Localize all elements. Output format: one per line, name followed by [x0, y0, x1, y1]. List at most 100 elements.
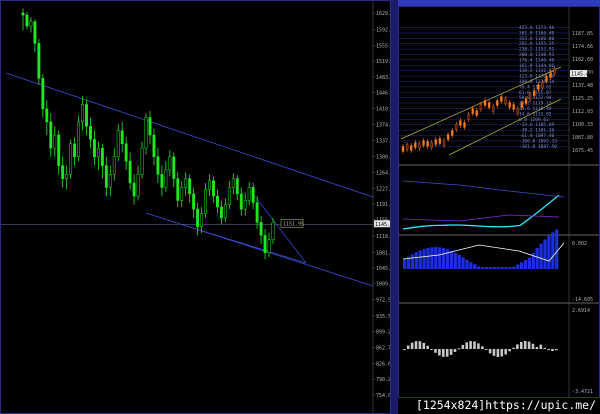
candle-body: [57, 134, 61, 166]
fib-candle-body: [451, 130, 454, 136]
momentum-bar: [406, 345, 410, 349]
histogram-bar: [434, 247, 438, 269]
price-axis-label: 935.59: [376, 314, 390, 320]
fib-candle-body: [418, 143, 421, 149]
histogram-bar: [469, 262, 473, 269]
price-axis-label: 1483.29: [376, 75, 390, 81]
histogram-bar: [512, 266, 516, 269]
fib-level-label: 361.8 1166.40: [519, 30, 555, 36]
fib-current-label: 1145.46: [571, 72, 592, 78]
fib-level-label: -23.6 1105.89: [519, 122, 555, 128]
fib-candle-body: [455, 124, 458, 130]
price-axis-label: 1081.29: [376, 250, 390, 256]
momentum-bar: [512, 347, 515, 349]
candle-body: [160, 174, 164, 188]
candle-body: [148, 117, 152, 136]
momentum-bar: [449, 349, 453, 355]
candle-body: [104, 165, 108, 188]
fib-level-label: 61.8 1125.87: [519, 90, 552, 96]
candle-body: [243, 200, 247, 210]
candle-body: [267, 239, 271, 254]
momentum-bar: [527, 341, 531, 349]
price-axis-label: 1191.89: [376, 202, 390, 208]
histogram-bar: [492, 267, 496, 269]
candle-body: [251, 187, 255, 203]
momentum-bar: [442, 349, 445, 357]
fib-axis-label: 1162.60: [572, 57, 593, 63]
fib-candle-body: [410, 145, 413, 151]
momentum-bar: [504, 349, 507, 355]
momentum-bar: [426, 345, 429, 349]
candle-body: [116, 130, 120, 158]
price-axis-label: 862.79: [376, 346, 390, 352]
price-axis-label: 754.09: [376, 393, 390, 399]
candle-body: [124, 143, 128, 162]
fib-candle-body: [430, 142, 433, 148]
histogram-bar: [473, 264, 477, 269]
fib-candle-body: [414, 142, 417, 148]
momentum-bar: [488, 349, 492, 354]
candle-body: [180, 187, 184, 201]
momentum-bar: [543, 347, 546, 349]
fib-candle-body: [528, 94, 532, 100]
candle-body: [239, 193, 243, 210]
panel4-axis-top: 2.6914: [572, 308, 590, 314]
histogram-bar: [551, 232, 555, 269]
fib-axis-label: 1125.25: [572, 96, 593, 102]
fib-level-label: 323.6 1160.00: [519, 36, 555, 42]
momentum-bar: [535, 346, 539, 349]
momentum-bar: [516, 344, 519, 349]
price-axis-label: 1446.99: [376, 91, 390, 97]
fib-candle-body: [446, 134, 450, 140]
panel4-axis-bottom: -3.4721: [572, 389, 593, 395]
candle-body: [196, 208, 200, 227]
price-axis-label: 1300.79: [376, 154, 390, 160]
candle-body: [128, 160, 132, 184]
fib-candle-body: [496, 100, 499, 106]
histogram-bar: [453, 252, 457, 269]
momentum-bar: [547, 349, 550, 351]
main-price-chart[interactable]: 1629.69 1592.39 1555.19 1519.49 1483.29 1446.…: [0, 0, 391, 414]
histogram-bar: [430, 247, 434, 269]
histogram-bar: [527, 257, 531, 269]
histogram-bar: [422, 248, 426, 269]
momentum-bar: [523, 341, 527, 349]
price-axis-label: 1519.49: [376, 59, 390, 65]
price-axis-label: 1264.49: [376, 170, 390, 176]
candle-body: [184, 178, 188, 188]
fib-candle-body: [520, 102, 524, 108]
momentum-bar: [539, 344, 543, 349]
indicator-chart-canvas[interactable]: 1187.851174.661162.601150.001137.481125.…: [399, 7, 599, 397]
candle-body: [25, 14, 29, 27]
candle-body: [92, 139, 96, 158]
window-separator[interactable]: [391, 0, 398, 414]
candle-body: [271, 222, 275, 240]
histogram-bar: [539, 243, 543, 269]
fib-candle-body: [438, 138, 442, 144]
fib-axis-label: 1187.85: [572, 31, 593, 37]
candle-body: [89, 126, 92, 140]
main-chart-canvas[interactable]: 1629.69 1592.39 1555.19 1519.49 1483.29 1446.…: [1, 1, 390, 413]
momentum-bar: [461, 344, 465, 349]
fib-candle-body: [504, 98, 507, 104]
momentum-bar: [445, 349, 449, 357]
momentum-bar: [500, 349, 504, 357]
trend-channel-lower: [145, 212, 374, 287]
histogram-bar: [457, 254, 461, 269]
momentum-bar: [430, 349, 433, 350]
indicator-chart-window[interactable]: 1187.851174.661162.601150.001137.481125.…: [398, 6, 600, 398]
fib-axis-label: 1174.66: [572, 44, 593, 50]
candle-body: [120, 130, 124, 144]
watermark-text: [1254x824]https://upic.me/: [413, 398, 598, 412]
momentum-bar: [453, 349, 457, 352]
fib-level-label: 423.6 1173.46: [519, 25, 555, 31]
price-axis-label: 1555.19: [376, 44, 390, 50]
fib-level-label: -38.2 1101.36: [519, 128, 555, 134]
price-axis-label: 1337.39: [376, 139, 390, 145]
fib-axis-label: 1087.80: [572, 135, 593, 141]
fib-candle-body: [516, 108, 519, 114]
candle-body: [200, 213, 204, 227]
candle-body: [168, 156, 172, 171]
candle-body: [144, 117, 148, 149]
candle-body: [21, 12, 25, 16]
